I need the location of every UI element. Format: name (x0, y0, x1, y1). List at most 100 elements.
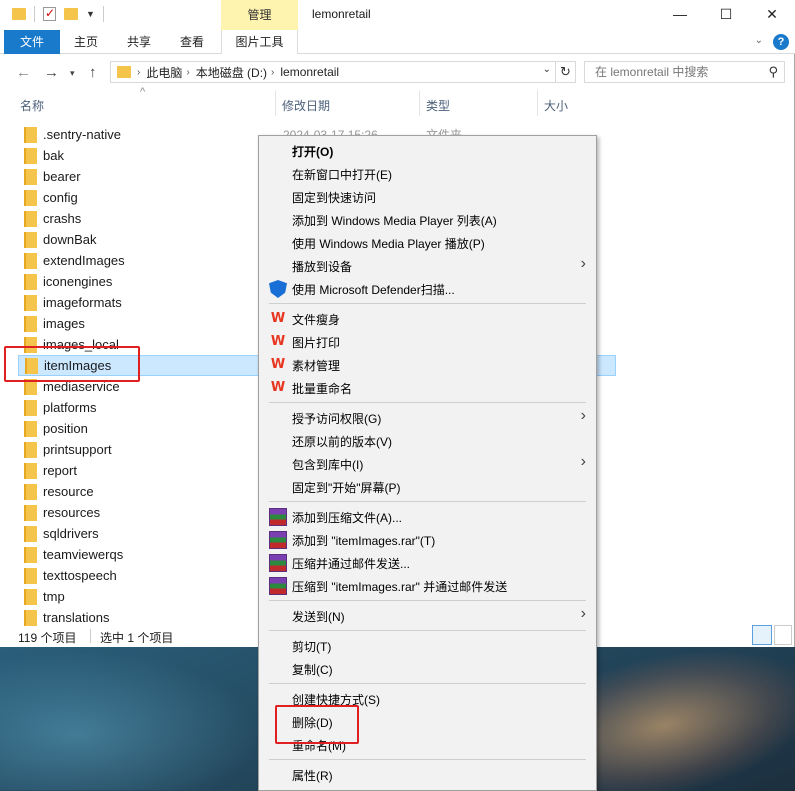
folder-icon (24, 546, 37, 563)
menu-item-wps-assets[interactable]: W 素材管理 (259, 353, 596, 376)
window-controls: — ☐ ✕ (657, 0, 795, 28)
column-size[interactable]: 大小 (544, 97, 568, 114)
details-view-button[interactable] (752, 625, 772, 645)
winrar-icon (269, 531, 287, 549)
menu-item-wps-slim[interactable]: W 文件瘦身 (259, 307, 596, 330)
column-name[interactable]: 名称 (20, 97, 44, 114)
menu-item-give-access[interactable]: 授予访问权限(G) › (259, 406, 596, 429)
address-bar[interactable]: › 此电脑 › 本地磁盘 (D:) › lemonretail ⌄ (110, 61, 556, 83)
menu-item-cut[interactable]: 剪切(T) (259, 634, 596, 657)
maximize-button[interactable]: ☐ (703, 0, 749, 28)
folder-icon (24, 273, 37, 290)
folder-icon (24, 399, 37, 416)
column-headers: ^ 名称 修改日期 类型 大小 (0, 86, 795, 118)
menu-item-create-shortcut[interactable]: 创建快捷方式(S) (259, 687, 596, 710)
menu-item-defender[interactable]: 使用 Microsoft Defender扫描... (259, 277, 596, 300)
column-type[interactable]: 类型 (426, 97, 450, 114)
folder-icon (24, 483, 37, 500)
menu-item-rar-add-named[interactable]: 添加到 "itemImages.rar"(T) (259, 528, 596, 551)
menu-item-pin-start[interactable]: 固定到"开始"屏幕(P) (259, 475, 596, 498)
recent-locations-icon[interactable]: ▾ (70, 68, 75, 79)
folder-icon (24, 294, 37, 311)
expand-ribbon-icon[interactable]: ⌄ (755, 35, 763, 46)
selected-count: 选中 1 个项目 (100, 631, 174, 645)
menu-item-open[interactable]: 打开(O) (259, 139, 596, 162)
folder-icon (24, 189, 37, 206)
wps-icon: W (270, 311, 286, 326)
menu-item-rename[interactable]: 重命名(M) (259, 733, 596, 756)
ribbon-tabs: 文件 主页 共享 查看 图片工具 ⌄ ? (0, 30, 795, 54)
submenu-arrow-icon: › (580, 605, 586, 622)
folder-icon (24, 462, 37, 479)
folder-icon (24, 168, 37, 185)
help-icon[interactable]: ? (773, 34, 789, 50)
folder-icon (25, 357, 38, 374)
search-input[interactable]: 在 lemonretail 中搜索 ⚲ (584, 61, 785, 83)
title-bar: ▼ 管理 lemonretail — ☐ ✕ (0, 0, 795, 30)
menu-item-rar-email-named[interactable]: 压缩到 "itemImages.rar" 并通过邮件发送 (259, 574, 596, 597)
folder-icon (24, 420, 37, 437)
breadcrumb-lemonretail[interactable]: lemonretail (280, 65, 339, 79)
window-title: lemonretail (312, 7, 371, 21)
item-count: 119 个项目 (18, 631, 77, 645)
folder-icon (24, 378, 37, 395)
properties-icon[interactable] (43, 6, 56, 21)
breadcrumb-this-pc[interactable]: 此电脑 (146, 64, 182, 81)
minimize-button[interactable]: — (657, 0, 703, 28)
submenu-arrow-icon: › (580, 453, 586, 470)
defender-shield-icon (269, 280, 287, 298)
menu-item-rar-add[interactable]: 添加到压缩文件(A)... (259, 505, 596, 528)
search-icon: ⚲ (768, 64, 778, 79)
folder-icon (24, 315, 37, 332)
folder-icon (24, 441, 37, 458)
folder-icon (12, 8, 26, 20)
folder-icon (24, 231, 37, 248)
tab-home[interactable]: 主页 (64, 30, 108, 54)
menu-item-pin-quick-access[interactable]: 固定到快速访问 (259, 185, 596, 208)
menu-item-wmp-play[interactable]: 使用 Windows Media Player 播放(P) (259, 231, 596, 254)
folder-icon (24, 525, 37, 542)
new-folder-icon[interactable] (64, 8, 78, 20)
back-arrow-icon[interactable]: ← (16, 64, 31, 81)
breadcrumb-drive-d[interactable]: 本地磁盘 (D:) (196, 64, 267, 81)
wps-icon: W (270, 380, 286, 395)
submenu-arrow-icon: › (580, 407, 586, 424)
column-date[interactable]: 修改日期 (282, 97, 330, 114)
close-button[interactable]: ✕ (749, 0, 795, 28)
winrar-icon (269, 554, 287, 572)
menu-item-wps-rename[interactable]: W 批量重命名 (259, 376, 596, 399)
customize-toolbar-dropdown[interactable]: ▼ (86, 9, 95, 19)
folder-icon (24, 126, 37, 143)
tab-share[interactable]: 共享 (117, 30, 161, 54)
menu-item-restore-versions[interactable]: 还原以前的版本(V) (259, 429, 596, 452)
folder-icon (24, 588, 37, 605)
menu-item-wmp-add[interactable]: 添加到 Windows Media Player 列表(A) (259, 208, 596, 231)
menu-item-properties[interactable]: 属性(R) (259, 763, 596, 786)
context-menu: 打开(O) 在新窗口中打开(E) 固定到快速访问 添加到 Windows Med… (258, 135, 597, 791)
winrar-icon (269, 577, 287, 595)
large-icons-view-button[interactable] (774, 625, 792, 645)
submenu-arrow-icon: › (580, 255, 586, 272)
manage-tab[interactable]: 管理 (221, 0, 298, 30)
desktop-glow (0, 650, 260, 790)
menu-item-copy[interactable]: 复制(C) (259, 657, 596, 680)
tab-view[interactable]: 查看 (170, 30, 214, 54)
folder-icon (24, 609, 37, 626)
menu-item-include-library[interactable]: 包含到库中(I) › (259, 452, 596, 475)
folder-icon (117, 66, 131, 78)
menu-item-delete[interactable]: 删除(D) (259, 710, 596, 733)
tab-picture-tools[interactable]: 图片工具 (221, 30, 298, 54)
wps-icon: W (270, 334, 286, 349)
up-arrow-icon[interactable]: ↑ (89, 64, 97, 81)
menu-item-send-to[interactable]: 发送到(N) › (259, 604, 596, 627)
menu-item-wps-print[interactable]: W 图片打印 (259, 330, 596, 353)
menu-item-rar-email[interactable]: 压缩并通过邮件发送... (259, 551, 596, 574)
menu-item-cast[interactable]: 播放到设备 › (259, 254, 596, 277)
refresh-button[interactable]: ↻ (556, 61, 576, 83)
tab-file[interactable]: 文件 (4, 30, 60, 54)
forward-arrow-icon[interactable]: → (44, 64, 59, 81)
chevron-down-icon[interactable]: ⌄ (543, 64, 551, 75)
menu-item-open-new-window[interactable]: 在新窗口中打开(E) (259, 162, 596, 185)
folder-icon (24, 336, 37, 353)
folder-icon (24, 210, 37, 227)
